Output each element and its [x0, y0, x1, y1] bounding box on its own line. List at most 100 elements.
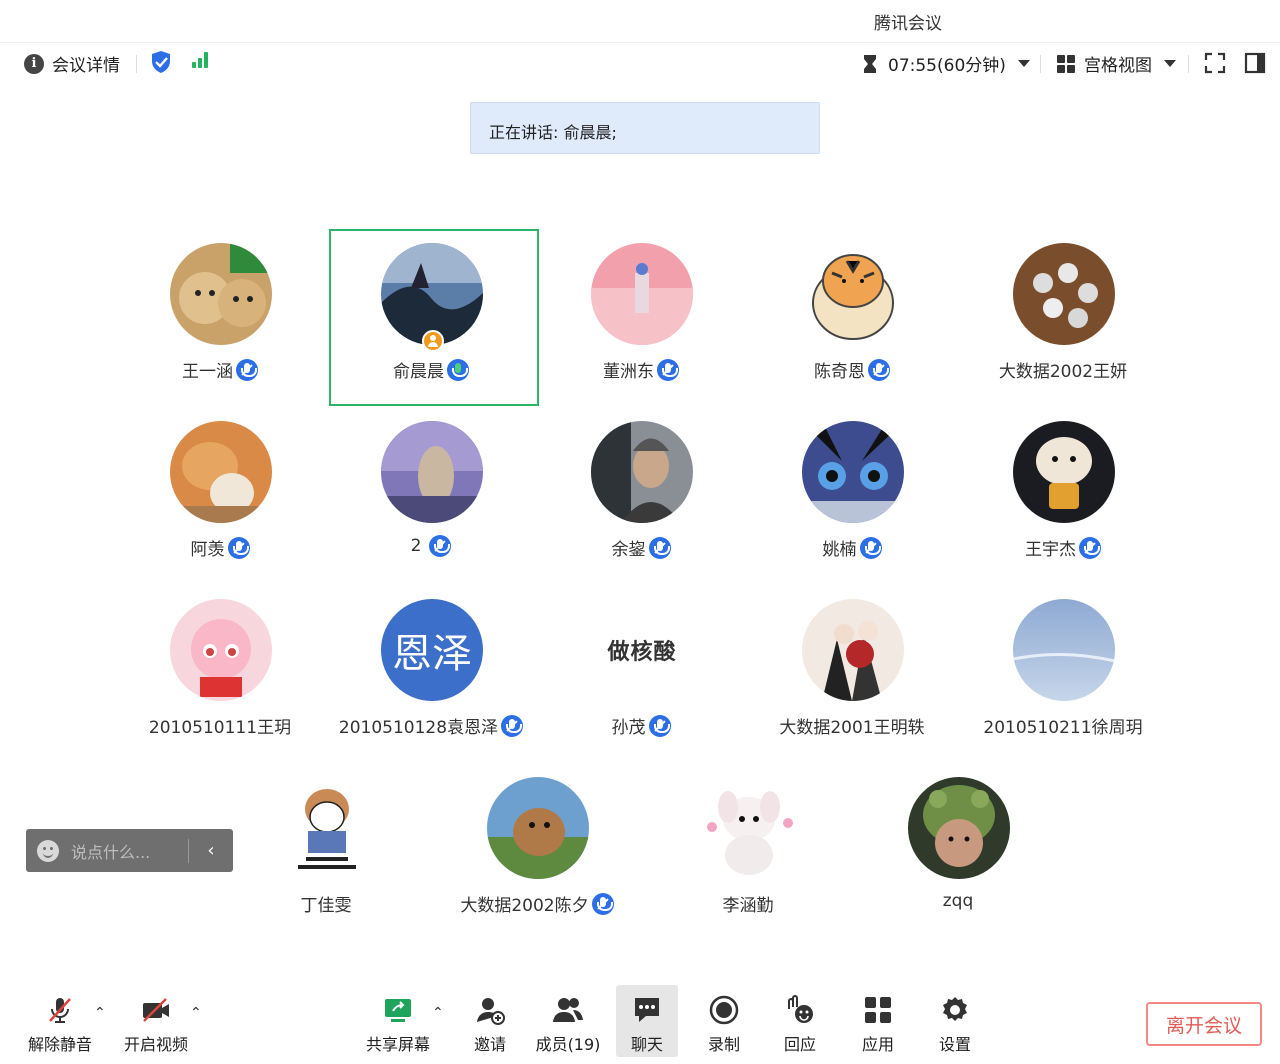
members-button[interactable]: 成员(19) [532, 985, 604, 1057]
mic-muted-icon [868, 358, 890, 381]
leave-meeting-button[interactable]: 离开会议 [1146, 1002, 1262, 1046]
apps-icon [865, 997, 891, 1023]
chevron-up-icon[interactable]: ⌃ [190, 1005, 202, 1021]
participant-name: 李涵勤 [722, 896, 774, 916]
participant-name: 阿羡 [120, 535, 320, 560]
share-screen-icon [385, 999, 411, 1022]
participant-name: 2010510211徐周玥 [983, 718, 1143, 738]
apps-button[interactable]: 应用 [842, 985, 914, 1057]
toolbar-divider [136, 55, 137, 73]
members-icon [553, 998, 583, 1022]
avatar: 恩泽 [381, 599, 483, 701]
unmute-button[interactable]: 解除静音 [24, 985, 96, 1057]
title-bar: 腾讯会议 [0, 0, 1280, 40]
participant-name: 陈奇恩 [752, 357, 952, 382]
hourglass-icon [864, 54, 876, 73]
participant-name: 大数据2002王妍 [998, 362, 1128, 382]
timer-text: 07:55(60分钟) [888, 56, 1006, 76]
avatar [591, 243, 693, 345]
chevron-left-icon[interactable]: ‹ [189, 840, 233, 861]
avatar [698, 777, 800, 879]
mic-muted-icon [429, 535, 452, 557]
toolbar-divider [1188, 55, 1189, 73]
mic-muted-icon [227, 536, 250, 559]
timer-dropdown[interactable]: 07:55(60分钟) [862, 51, 1030, 76]
invite-label: 邀请 [473, 1035, 506, 1054]
chat-button[interactable]: 聊天 [616, 985, 678, 1057]
participant-name: 俞晨晨 [331, 357, 531, 382]
settings-label: 设置 [938, 1035, 971, 1054]
bottom-toolbar: 解除静音 ⌃ 开启视频 ⌃ 共享屏幕 ⌃ 邀请 成员(19) 聊天 录制 回应 … [0, 985, 1280, 1064]
mic-muted-icon [501, 714, 524, 737]
participant-name: 姚楠 [752, 535, 952, 560]
fullscreen-icon[interactable] [1204, 52, 1226, 74]
mic-muted-icon [648, 536, 671, 559]
participant-name: zqq [942, 891, 974, 911]
gear-icon [943, 997, 967, 1021]
info-icon: i [24, 53, 44, 74]
settings-button[interactable]: 设置 [919, 985, 991, 1057]
host-icon [422, 330, 444, 352]
react-button[interactable]: 回应 [764, 985, 836, 1057]
mic-muted-icon [648, 714, 671, 737]
view-mode-dropdown[interactable]: 宫格视图 [1056, 51, 1176, 76]
reaction-icon [788, 995, 813, 1023]
chat-icon [635, 998, 659, 1022]
avatar [170, 599, 272, 701]
participant-name: 王一涵 [120, 357, 320, 382]
unmute-label: 解除静音 [27, 1035, 92, 1054]
mic-muted-icon [49, 998, 71, 1023]
participant-name: 孙茂 [541, 713, 741, 738]
participant-name: 余鋆 [541, 535, 741, 560]
mic-muted-icon [1079, 536, 1101, 559]
mic-muted-icon [657, 358, 679, 381]
share-screen-label: 共享屏幕 [365, 1035, 430, 1054]
chat-input[interactable]: 说点什么... [71, 839, 188, 863]
app-title: 腾讯会议 [874, 14, 942, 34]
mic-active-icon [447, 358, 469, 381]
avatar [802, 243, 904, 345]
avatar [1013, 243, 1115, 345]
mic-muted-icon [859, 536, 882, 559]
active-speaker-banner: 正在讲话: 俞晨晨; [470, 102, 820, 154]
record-button[interactable]: 录制 [688, 985, 760, 1057]
avatar [802, 421, 904, 523]
react-label: 回应 [783, 1035, 816, 1054]
share-screen-button[interactable]: 共享屏幕 [362, 985, 434, 1057]
avatar [381, 421, 483, 523]
mic-muted-icon [236, 358, 258, 381]
shield-icon[interactable] [150, 50, 172, 74]
participant-name: 王宇杰 [963, 535, 1163, 560]
members-label: 成员(19) [535, 1035, 601, 1054]
emoji-icon[interactable] [37, 839, 59, 862]
apps-label: 应用 [861, 1035, 894, 1054]
participant-name: 大数据2001王明轶 [779, 718, 925, 738]
participant-name: 丁佳雯 [300, 896, 352, 916]
participant-name: 2010510111王玥 [148, 718, 292, 738]
participant-name: 2010510128袁恩泽 [331, 713, 531, 738]
sidebar-toggle-icon[interactable] [1244, 52, 1266, 74]
quick-chat-bar: 说点什么... ‹ [26, 829, 233, 872]
meeting-info-button[interactable]: i 会议详情 [24, 51, 120, 76]
avatar [1013, 421, 1115, 523]
chevron-up-icon[interactable]: ⌃ [432, 1005, 444, 1021]
avatar [591, 421, 693, 523]
record-label: 录制 [707, 1035, 740, 1054]
start-video-button[interactable]: 开启视频 [120, 985, 192, 1057]
avatar [170, 243, 272, 345]
chat-label: 聊天 [630, 1035, 663, 1054]
chevron-up-icon[interactable]: ⌃ [94, 1005, 106, 1021]
network-signal-icon[interactable] [192, 52, 208, 68]
avatar [1013, 599, 1115, 701]
record-icon [709, 995, 739, 1025]
participant-name: 大数据2002陈夕 [437, 891, 637, 916]
participant-name: 董洲东 [541, 357, 741, 382]
invite-button[interactable]: 邀请 [454, 985, 526, 1057]
grid-view-icon [1057, 54, 1075, 73]
toolbar-divider [1040, 55, 1041, 73]
meeting-info-label: 会议详情 [52, 56, 120, 76]
avatar [487, 777, 589, 879]
view-mode-label: 宫格视图 [1084, 56, 1152, 76]
video-off-icon [143, 998, 169, 1022]
avatar: 做核酸 [607, 640, 677, 665]
